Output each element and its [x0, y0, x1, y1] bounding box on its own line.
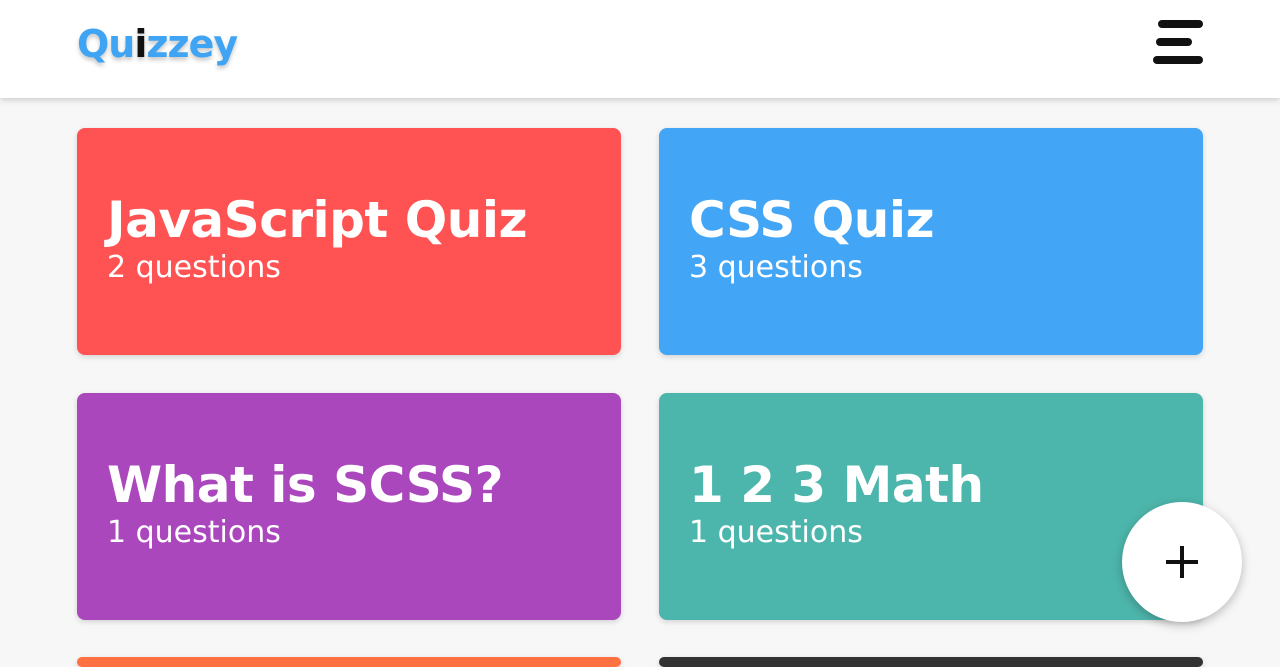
quiz-card-css[interactable]: CSS Quiz 3 questions — [659, 128, 1203, 355]
logo-text-part: zzey — [146, 22, 238, 66]
quiz-card-title: CSS Quiz — [689, 191, 935, 249]
add-quiz-button[interactable] — [1122, 502, 1242, 622]
menu-bar — [1158, 20, 1203, 28]
logo-text-part: i — [134, 22, 147, 66]
quiz-card-title: What is SCSS? — [107, 456, 504, 514]
quiz-card-partial[interactable] — [77, 657, 621, 667]
quiz-card-scss[interactable]: What is SCSS? 1 questions — [77, 393, 621, 620]
quiz-card-javascript[interactable]: JavaScript Quiz 2 questions — [77, 128, 621, 355]
logo-text-part: Qu — [77, 22, 135, 66]
plus-icon — [1166, 546, 1198, 578]
app-header: Quizzey — [0, 0, 1280, 98]
app-logo[interactable]: Quizzey — [77, 20, 238, 68]
menu-bar — [1156, 38, 1192, 46]
quiz-card-question-count: 2 questions — [107, 250, 281, 285]
quiz-card-question-count: 3 questions — [689, 250, 863, 285]
quiz-card-math[interactable]: 1 2 3 Math 1 questions — [659, 393, 1203, 620]
quiz-card-question-count: 1 questions — [107, 515, 281, 550]
quiz-card-partial[interactable] — [659, 657, 1203, 667]
quiz-card-title: 1 2 3 Math — [689, 456, 984, 514]
menu-bar — [1153, 56, 1203, 64]
quiz-grid: JavaScript Quiz 2 questions CSS Quiz 3 q… — [0, 0, 1280, 667]
quiz-card-title: JavaScript Quiz — [107, 191, 528, 249]
hamburger-menu-icon[interactable] — [1150, 18, 1206, 70]
